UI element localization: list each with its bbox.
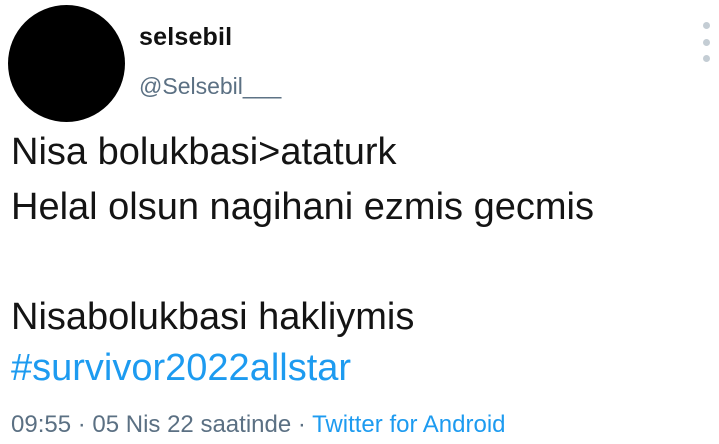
more-dot	[702, 22, 710, 29]
avatar[interactable]	[8, 5, 125, 122]
author-display-name[interactable]: selsebil	[139, 23, 232, 52]
more-dot	[702, 38, 710, 46]
tweet-date[interactable]: 05 Nis 22 saatinde	[92, 411, 291, 438]
tweet-card: selsebil @Selsebil___ Nisa bolukbasi>ata…	[0, 0, 719, 444]
meta-separator: ·	[71, 411, 93, 438]
more-vertical-icon[interactable]	[701, 22, 711, 62]
tweet-text-line: Nisabolukbasi hakliymis	[11, 296, 415, 338]
tweet-source-link[interactable]: Twitter for Android	[312, 411, 505, 438]
more-dot	[702, 55, 710, 62]
tweet-text-line: Helal olsun nagihani ezmis gecmis	[11, 186, 594, 228]
hashtag-link[interactable]: #survivor2022allstar	[11, 347, 351, 390]
tweet-text-line: Nisa bolukbasi>ataturk	[11, 131, 397, 173]
meta-separator: ·	[291, 411, 313, 438]
tweet-meta: 09:55 · 05 Nis 22 saatinde · Twitter for…	[11, 411, 506, 439]
author-handle[interactable]: @Selsebil___	[139, 73, 281, 100]
tweet-time[interactable]: 09:55	[11, 411, 71, 438]
